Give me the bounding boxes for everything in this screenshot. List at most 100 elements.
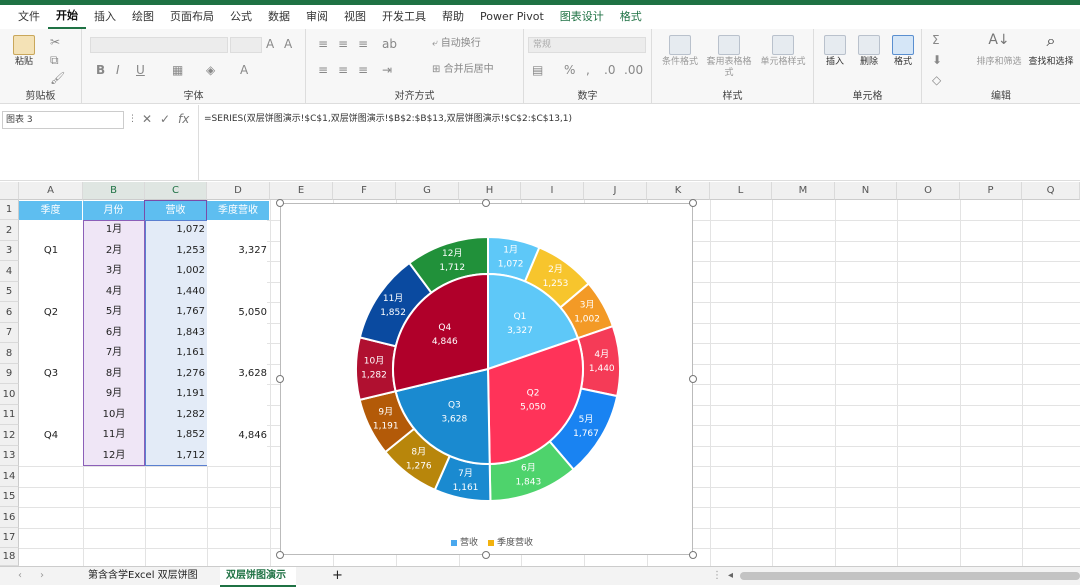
row-header-9[interactable]: 9 (0, 364, 19, 384)
month-cell[interactable]: 4月 (83, 282, 145, 302)
fill-icon[interactable]: ⬇ (932, 53, 942, 67)
month-cell[interactable]: 8月 (83, 364, 145, 384)
resize-handle-6[interactable] (482, 551, 490, 559)
month-cell[interactable]: 12月 (83, 446, 145, 466)
revenue-cell[interactable]: 1,253 (145, 241, 205, 261)
quarter-cell[interactable]: Q2 (19, 282, 83, 343)
formula-input[interactable]: =SERIES(双层饼图演示!$C$1,双层饼图演示!$B$2:$B$13,双层… (204, 112, 572, 126)
wrap-text-button[interactable]: ⤶ 自动换行 (432, 37, 481, 51)
row-header-14[interactable]: 14 (0, 466, 19, 487)
sort-filter-button[interactable]: A↓ 排序和筛选 (974, 33, 1024, 68)
month-cell[interactable]: 9月 (83, 384, 145, 404)
row-header-8[interactable]: 8 (0, 343, 19, 364)
quarter-revenue-cell[interactable]: 3,628 (207, 343, 267, 405)
tab-9[interactable]: 开发工具 (374, 6, 434, 28)
col-header-Q[interactable]: Q (1022, 182, 1080, 200)
month-cell[interactable]: 5月 (83, 302, 145, 322)
number-format-combo[interactable]: 常规 (528, 37, 646, 53)
row-header-16[interactable]: 16 (0, 507, 19, 528)
revenue-cell[interactable]: 1,843 (145, 323, 205, 343)
horizontal-scrollbar[interactable] (740, 572, 1080, 580)
delete-button[interactable]: 删除 (854, 35, 884, 68)
quarter-revenue-cell[interactable]: 5,050 (207, 282, 267, 343)
revenue-cell[interactable]: 1,282 (145, 405, 205, 425)
month-cell[interactable]: 10月 (83, 405, 145, 425)
row-header-1[interactable]: 1 (0, 200, 19, 220)
col-header-L[interactable]: L (710, 182, 772, 200)
align-middle-icon[interactable]: ≡ (338, 37, 348, 51)
tab-2[interactable]: 插入 (86, 6, 124, 28)
tab-0[interactable]: 文件 (10, 6, 48, 28)
col-header-N[interactable]: N (835, 182, 897, 200)
font-name-combo[interactable] (90, 37, 228, 53)
conditional-format-button[interactable]: 条件格式 (658, 35, 702, 68)
month-cell[interactable]: 11月 (83, 425, 145, 445)
row-header-18[interactable]: 18 (0, 548, 19, 566)
row-header-13[interactable]: 13 (0, 446, 19, 466)
next-sheet-icon[interactable]: › (40, 567, 44, 585)
col-header-O[interactable]: O (897, 182, 960, 200)
row-header-7[interactable]: 7 (0, 323, 19, 343)
sheet-tab-1[interactable]: 第含含学Excel 双层饼图 (88, 567, 198, 585)
col-header-A[interactable]: A (19, 182, 83, 200)
col-header-H[interactable]: H (459, 182, 521, 200)
row-header-3[interactable]: 3 (0, 241, 19, 261)
insert-button[interactable]: 插入 (820, 35, 850, 68)
tab-8[interactable]: 视图 (336, 6, 374, 28)
table-header-2[interactable]: 营收 (144, 200, 207, 221)
align-center-icon[interactable]: ≡ (338, 63, 348, 77)
row-header-2[interactable]: 2 (0, 220, 19, 241)
indent-icon[interactable]: ⇥ (382, 63, 392, 77)
month-cell[interactable]: 3月 (83, 261, 145, 281)
copy-icon[interactable]: ⧉ (50, 53, 59, 67)
row-header-11[interactable]: 11 (0, 405, 19, 425)
quarter-cell[interactable]: Q1 (19, 220, 83, 282)
col-header-E[interactable]: E (270, 182, 333, 200)
sheet-tab-active[interactable]: 双层饼图演示 (220, 567, 296, 587)
table-format-button[interactable]: 套用表格格式 (704, 35, 754, 79)
shrink-font-icon[interactable]: A (284, 37, 292, 51)
insert-function-icon[interactable]: fx (178, 111, 189, 129)
col-header-F[interactable]: F (333, 182, 396, 200)
col-header-D[interactable]: D (207, 182, 270, 200)
resize-handle-5[interactable] (276, 551, 284, 559)
bold-icon[interactable]: B (96, 63, 105, 77)
month-cell[interactable]: 1月 (83, 220, 145, 240)
scroll-left-icon[interactable]: ◂ (728, 567, 733, 585)
underline-icon[interactable]: U (136, 63, 145, 77)
tab-13[interactable]: 格式 (612, 6, 650, 28)
table-header-0[interactable]: 季度 (19, 201, 82, 220)
month-cell[interactable]: 7月 (83, 343, 145, 363)
resize-handle-4[interactable] (689, 375, 697, 383)
tab-10[interactable]: 帮助 (434, 6, 472, 28)
grow-font-icon[interactable]: A (266, 37, 274, 51)
cell-style-button[interactable]: 单元格样式 (756, 35, 810, 68)
percent-icon[interactable]: % (564, 63, 575, 77)
format-button[interactable]: 格式 (888, 35, 918, 68)
prev-sheet-icon[interactable]: ‹ (18, 567, 22, 585)
resize-handle-7[interactable] (689, 551, 697, 559)
quarter-revenue-cell[interactable]: 4,846 (207, 405, 267, 466)
revenue-cell[interactable]: 1,440 (145, 282, 205, 302)
col-header-P[interactable]: P (960, 182, 1022, 200)
resize-handle-0[interactable] (276, 199, 284, 207)
outer-slice-3[interactable] (576, 324, 621, 398)
orientation-icon[interactable]: ab (382, 37, 397, 51)
tab-3[interactable]: 绘图 (124, 6, 162, 28)
tab-4[interactable]: 页面布局 (162, 6, 222, 28)
tab-11[interactable]: Power Pivot (472, 6, 552, 28)
select-all-corner[interactable] (0, 182, 19, 200)
cut-icon[interactable]: ✂ (50, 35, 60, 49)
revenue-cell[interactable]: 1,767 (145, 302, 205, 322)
row-header-6[interactable]: 6 (0, 302, 19, 323)
format-painter-icon[interactable]: 🖌 (50, 71, 65, 85)
align-bottom-icon[interactable]: ≡ (358, 37, 368, 51)
increase-decimal-icon[interactable]: .0 (604, 63, 615, 77)
revenue-cell[interactable]: 1,276 (145, 364, 205, 384)
paste-button[interactable]: 粘贴 (10, 35, 38, 68)
col-header-I[interactable]: I (521, 182, 584, 200)
col-header-C[interactable]: C (145, 182, 207, 200)
tab-1[interactable]: 开始 (48, 5, 86, 29)
tab-5[interactable]: 公式 (222, 6, 260, 28)
quarter-cell[interactable]: Q3 (19, 343, 83, 405)
